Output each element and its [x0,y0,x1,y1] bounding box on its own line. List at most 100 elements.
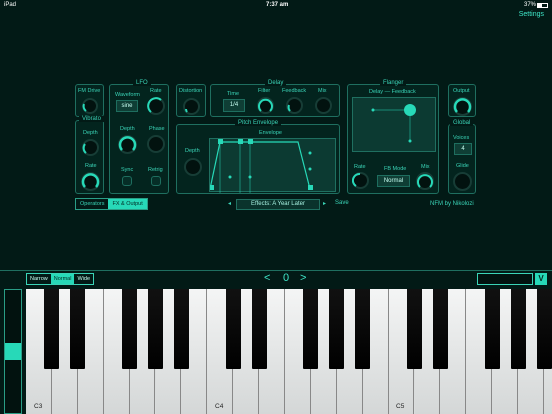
vibrato-rate-label: Rate [85,163,97,169]
octave-up-button[interactable]: > [300,272,306,284]
delay-time-select[interactable]: 1/4 [223,99,245,112]
lfo-rate-label: Rate [150,88,162,94]
note-label-c4: C4 [215,403,224,410]
pitch-envelope-title: Pitch Envelope [235,120,282,126]
lfo-sync-label: Sync [121,167,134,173]
lfo-depth-label: Depth [120,126,135,132]
voices-select[interactable]: 4 [454,143,472,155]
output-label: Output [453,88,470,94]
black-key[interactable] [122,289,138,369]
black-key[interactable] [148,289,163,369]
black-key[interactable] [329,289,345,369]
key-width-selector: Narrow Normal Wide [26,273,94,285]
fm-drive-knob[interactable] [82,98,98,114]
page-tabs: Operators FX & Output [75,198,148,210]
delay-mix-knob[interactable] [315,97,332,114]
delay-filter-label: Filter [258,88,271,94]
pitch-depth-knob[interactable] [184,158,202,176]
pitch-depth-label: Depth [185,148,200,154]
delay-feedback-knob[interactable] [286,97,303,114]
pitch-wheel-handle[interactable] [5,343,21,360]
flanger-mix-label: Mix [421,164,430,170]
carrier-label: iPad [4,2,17,8]
glide-label: Glide [456,163,469,169]
battery-icon [537,3,548,8]
black-key[interactable] [355,289,371,369]
lfo-title: LFO [133,80,151,86]
status-bar: iPad 7:37 am 37% [0,0,552,12]
output-panel: Output [448,84,476,117]
key-width-normal[interactable]: Normal [50,274,75,284]
lfo-depth-knob[interactable] [118,135,137,154]
delay-filter-knob[interactable] [257,97,274,114]
fm-drive-label: FM Drive [78,88,101,94]
pitch-envelope-panel: Pitch Envelope Depth Envelope [176,120,340,194]
tab-fx-output[interactable]: FX & Output [108,199,147,209]
key-width-narrow[interactable]: Narrow [27,274,51,284]
black-key[interactable] [510,289,526,369]
lfo-panel: LFO Waveform sine Rate Depth Phase Sync … [109,80,169,194]
distortion-label: Distortion [179,88,203,94]
vibrato-depth-label: Depth [83,130,98,136]
key-width-wide[interactable]: Wide [74,274,93,284]
envelope-label: Envelope [259,130,282,136]
flanger-rate-label: Rate [354,164,366,170]
glide-knob[interactable] [453,172,472,191]
black-key[interactable] [432,289,448,369]
delay-time-label: Time [227,91,240,97]
flanger-fb-mode-label: FB Mode [384,166,407,172]
lfo-phase-knob[interactable] [147,135,165,153]
black-key[interactable] [251,289,267,369]
vibrato-rate-knob[interactable] [81,172,100,191]
octave-down-button[interactable]: < [264,272,270,284]
black-key[interactable] [484,289,500,369]
keyboard-scale-field[interactable] [477,273,533,285]
vibrato-depth-knob[interactable] [82,139,99,156]
black-key[interactable] [303,289,319,369]
lfo-retrig-toggle[interactable] [151,176,161,186]
tab-operators[interactable]: Operators [76,199,108,209]
lfo-rate-knob[interactable] [147,97,165,115]
delay-panel: Delay Time 1/4 Filter Feedback Mix [210,80,340,117]
flanger-fb-mode-select[interactable]: Normal [377,175,410,187]
battery-percent: 37% [523,2,536,8]
clock: 7:37 am [266,2,289,8]
black-key[interactable] [173,289,189,369]
settings-button[interactable]: Settings [519,11,544,18]
credit-label: NFM by Nikolozi [430,201,474,207]
keyboard-menu-button[interactable]: V [535,273,547,285]
preset-next-button[interactable]: ▸ [323,200,326,207]
note-label-c5: C5 [396,403,405,410]
lfo-retrig-label: Retrig [148,167,163,173]
flanger-axes-label: Delay — Feedback [369,89,416,95]
distortion-panel: Distortion [176,84,206,117]
piano-keyboard [26,289,552,414]
lfo-waveform-select[interactable]: sine [116,100,138,112]
flanger-mix-knob[interactable] [416,172,434,190]
flanger-xy-pad[interactable] [352,97,436,152]
delay-mix-label: Mix [318,88,327,94]
octave-value: 0 [283,272,290,284]
output-knob[interactable] [453,97,472,116]
lfo-waveform-label: Waveform [115,92,140,98]
envelope-editor[interactable] [209,138,336,193]
distortion-knob[interactable] [183,98,200,115]
lfo-phase-label: Phase [149,126,165,132]
flanger-title: Flanger [380,80,407,86]
black-key[interactable] [536,289,552,369]
flanger-rate-knob[interactable] [352,172,369,189]
note-label-c3: C3 [34,403,43,410]
black-key[interactable] [70,289,86,369]
vibrato-panel: Vibrato Depth Rate [75,116,104,194]
save-button[interactable]: Save [335,200,349,206]
black-key[interactable] [225,289,241,369]
preset-name[interactable]: Effects: A Year Later [236,199,320,210]
black-key[interactable] [407,289,422,369]
black-key[interactable] [44,289,60,369]
global-panel: Global Voices 4 Glide [448,120,476,194]
delay-feedback-label: Feedback [282,88,307,94]
preset-prev-button[interactable]: ◂ [228,200,231,207]
lfo-sync-toggle[interactable] [122,176,132,186]
vibrato-title: Vibrato [79,116,104,122]
global-title: Global [450,120,474,126]
